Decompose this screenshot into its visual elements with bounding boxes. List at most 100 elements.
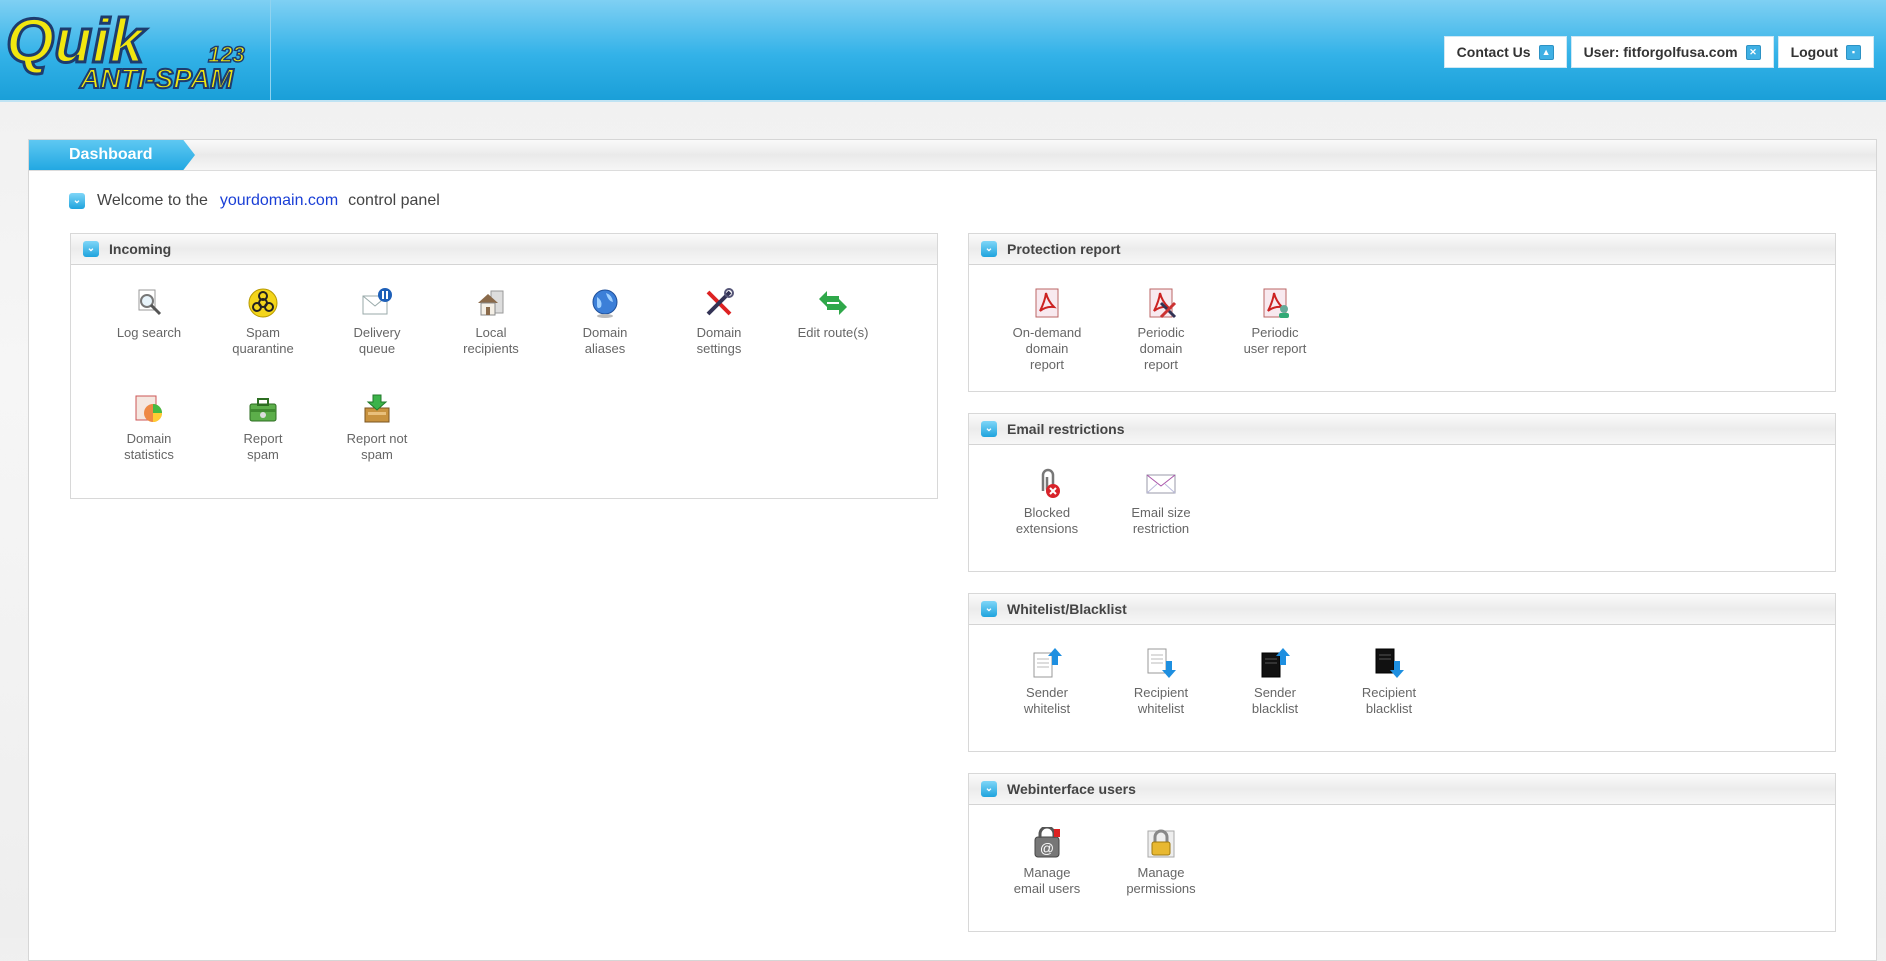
incoming-item-label: Report spam bbox=[243, 431, 283, 462]
user-close-icon: ✕ bbox=[1745, 44, 1761, 60]
incoming-item-label: Domain statistics bbox=[124, 431, 174, 462]
padlock-icon bbox=[1145, 827, 1177, 859]
webusers-panel-title: Webinterface users bbox=[1007, 781, 1136, 797]
restrictions-item[interactable]: Email size restriction bbox=[1106, 467, 1216, 537]
incoming-item[interactable]: Domain statistics bbox=[94, 393, 204, 463]
webusers-item-label: Manage email users bbox=[1013, 865, 1081, 896]
doc-up-black-icon bbox=[1259, 647, 1291, 679]
top-navigation: Contact Us ▲ User: fitforgolfusa.com ✕ L… bbox=[1443, 36, 1874, 68]
protection-report-panel: ⌄ Protection report On-demand domain rep… bbox=[968, 233, 1836, 392]
webusers-item[interactable]: Manage permissions bbox=[1106, 827, 1216, 897]
contact-icon: ▲ bbox=[1538, 44, 1554, 60]
protection-panel-header[interactable]: ⌄ Protection report bbox=[969, 234, 1835, 265]
user-account-button[interactable]: User: fitforgolfusa.com ✕ bbox=[1570, 36, 1774, 68]
lists-item[interactable]: Recipient whitelist bbox=[1106, 647, 1216, 717]
incoming-item[interactable]: Edit route(s) bbox=[778, 287, 888, 341]
incoming-item-label: Local recipients bbox=[463, 325, 519, 356]
logout-button[interactable]: Logout ▪ bbox=[1777, 36, 1874, 68]
globe-icon bbox=[589, 287, 621, 319]
webinterface-users-panel: ⌄ Webinterface users @ Manage email users… bbox=[968, 773, 1836, 932]
collapse-icon: ⌄ bbox=[981, 241, 997, 257]
incoming-panel-header[interactable]: ⌄ Incoming bbox=[71, 234, 937, 265]
lists-item[interactable]: Recipient blacklist bbox=[1334, 647, 1444, 717]
chevron-down-icon: ⌄ bbox=[69, 193, 85, 209]
house-icon bbox=[475, 287, 507, 319]
webusers-item[interactable]: @ Manage email users bbox=[992, 825, 1102, 897]
incoming-item-label: Delivery queue bbox=[353, 325, 401, 356]
lists-panel-header[interactable]: ⌄ Whitelist/Blacklist bbox=[969, 594, 1835, 625]
protection-panel-title: Protection report bbox=[1007, 241, 1121, 257]
welcome-domain: yourdomain.com bbox=[219, 192, 339, 209]
tab-bar: Dashboard bbox=[29, 140, 1876, 171]
welcome-suffix: control panel bbox=[348, 192, 440, 209]
protection-item[interactable]: Periodic domain report bbox=[1106, 287, 1216, 373]
paperclip-blocked-icon bbox=[1031, 467, 1063, 499]
whitelist-blacklist-panel: ⌄ Whitelist/Blacklist Sender whitelist Re… bbox=[968, 593, 1836, 752]
incoming-item[interactable]: Report spam bbox=[208, 393, 318, 463]
webusers-item-label: Manage permissions bbox=[1126, 865, 1196, 896]
incoming-item-label: Log search bbox=[116, 325, 182, 340]
protection-item-label: On-demand domain report bbox=[1012, 325, 1082, 372]
incoming-item[interactable]: Spam quarantine bbox=[208, 287, 318, 357]
protection-item[interactable]: On-demand domain report bbox=[992, 287, 1102, 373]
incoming-item[interactable]: Report not spam bbox=[322, 393, 432, 463]
doc-down-white-icon bbox=[1145, 647, 1177, 679]
incoming-item[interactable]: Domain settings bbox=[664, 287, 774, 357]
toolbox-icon bbox=[247, 393, 279, 425]
lists-item[interactable]: Sender blacklist bbox=[1220, 647, 1330, 717]
magnifier-icon bbox=[133, 287, 165, 319]
restrictions-item-label: Email size restriction bbox=[1131, 505, 1191, 536]
pdf-tools-icon bbox=[1145, 287, 1177, 319]
logout-icon: ▪ bbox=[1846, 44, 1861, 60]
biohazard-icon bbox=[247, 287, 279, 319]
collapse-icon: ⌄ bbox=[981, 421, 997, 437]
pdf-icon bbox=[1031, 287, 1063, 319]
route-arrows-icon bbox=[817, 287, 849, 319]
quik-antispam-logo[interactable]: Quik 123 ANTI-SPAM bbox=[0, 0, 271, 100]
user-account-label: User: fitforgolfusa.com bbox=[1583, 44, 1738, 60]
at-lock-icon: @ bbox=[1031, 825, 1063, 859]
incoming-item-label: Report not spam bbox=[346, 431, 408, 462]
lists-item-label: Recipient blacklist bbox=[1361, 685, 1417, 716]
dashboard-frame: Dashboard ⌄ Welcome to the yourdomain.co… bbox=[28, 139, 1877, 961]
protection-item-label: Periodic user report bbox=[1243, 325, 1307, 356]
logout-label: Logout bbox=[1790, 44, 1838, 60]
logo-subtitle: ANTI-SPAM bbox=[79, 63, 234, 94]
contact-us-button[interactable]: Contact Us ▲ bbox=[1443, 36, 1567, 68]
protection-item[interactable]: Periodic user report bbox=[1220, 287, 1330, 357]
collapse-icon: ⌄ bbox=[981, 601, 997, 617]
webusers-panel-header[interactable]: ⌄ Webinterface users bbox=[969, 774, 1835, 805]
incoming-item[interactable]: Delivery queue bbox=[322, 287, 432, 357]
lists-panel-title: Whitelist/Blacklist bbox=[1007, 601, 1127, 617]
pie-chart-icon bbox=[133, 393, 165, 425]
incoming-item-label: Domain aliases bbox=[582, 325, 628, 356]
contact-us-label: Contact Us bbox=[1456, 44, 1531, 60]
incoming-item[interactable]: Log search bbox=[94, 287, 204, 341]
tab-dashboard[interactable]: Dashboard bbox=[29, 140, 195, 170]
mail-pause-icon bbox=[361, 287, 393, 319]
top-header: Quik 123 ANTI-SPAM Contact Us ▲ User: fi… bbox=[0, 0, 1886, 102]
lists-item-label: Recipient whitelist bbox=[1133, 685, 1189, 716]
email-restrictions-panel: ⌄ Email restrictions Blocked extensions E… bbox=[968, 413, 1836, 572]
collapse-icon: ⌄ bbox=[981, 781, 997, 797]
pdf-user-icon bbox=[1259, 287, 1291, 319]
lists-item-label: Sender whitelist bbox=[1023, 685, 1071, 716]
incoming-item[interactable]: Domain aliases bbox=[550, 287, 660, 357]
inbox-down-icon bbox=[361, 393, 393, 425]
lists-item[interactable]: Sender whitelist bbox=[992, 647, 1102, 717]
incoming-panel-title: Incoming bbox=[109, 241, 172, 257]
restrictions-panel-header[interactable]: ⌄ Email restrictions bbox=[969, 414, 1835, 445]
doc-down-black-icon bbox=[1373, 647, 1405, 679]
collapse-icon: ⌄ bbox=[83, 241, 99, 257]
incoming-item-label: Spam quarantine bbox=[232, 325, 294, 356]
doc-up-white-icon bbox=[1031, 647, 1063, 679]
incoming-item[interactable]: Local recipients bbox=[436, 287, 546, 357]
lists-item-label: Sender blacklist bbox=[1251, 685, 1299, 716]
envelope-icon bbox=[1145, 467, 1177, 499]
incoming-item-label: Domain settings bbox=[696, 325, 742, 356]
welcome-prefix: Welcome to the bbox=[97, 192, 208, 209]
incoming-panel: ⌄ Incoming Log search Spam quarantine Deli… bbox=[70, 233, 938, 499]
restrictions-item[interactable]: Blocked extensions bbox=[992, 467, 1102, 537]
tools-icon bbox=[703, 287, 735, 319]
restrictions-item-label: Blocked extensions bbox=[1015, 505, 1079, 536]
